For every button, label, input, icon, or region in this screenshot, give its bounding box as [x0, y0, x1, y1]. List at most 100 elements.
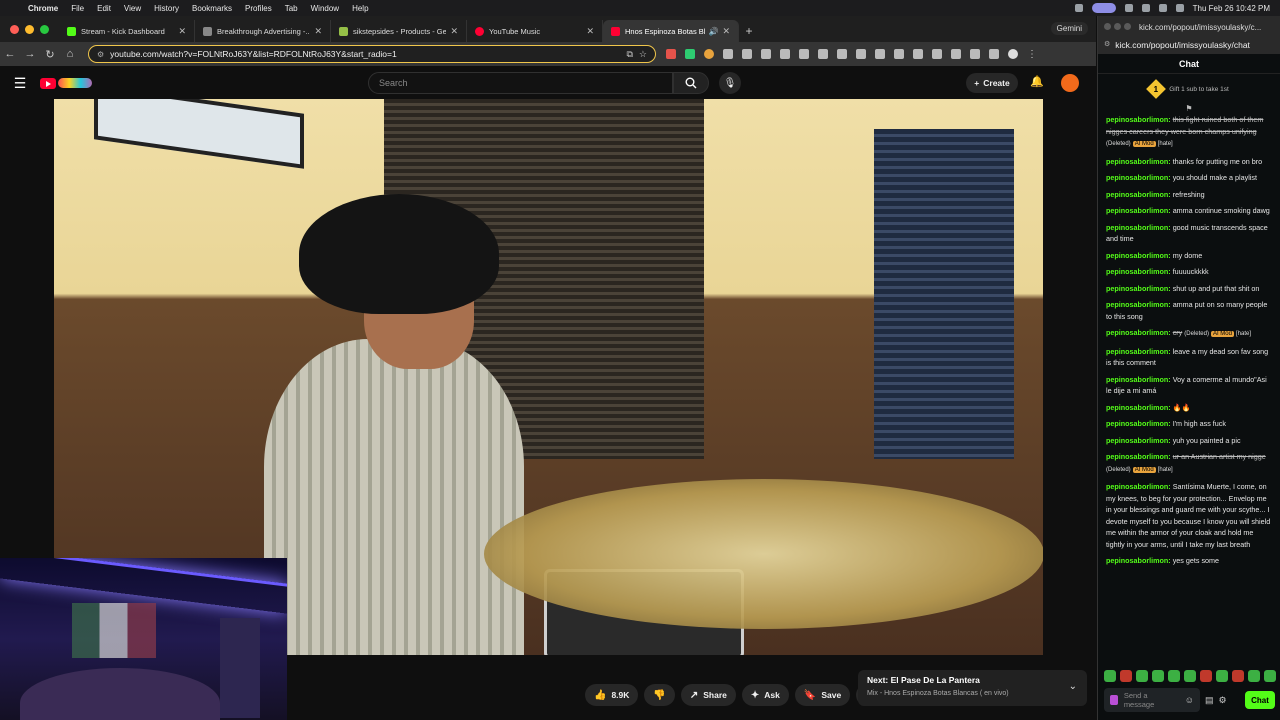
- chat-message[interactable]: pepinosaborlimon: amma continue smoking …: [1106, 205, 1272, 217]
- install-app-icon[interactable]: ⧉: [626, 49, 632, 60]
- chat-message[interactable]: pepinosaborlimon: shut up and put that s…: [1106, 283, 1272, 295]
- chat-messages[interactable]: pepinosaborlimon: this fight ruined both…: [1098, 114, 1280, 654]
- chat-message[interactable]: pepinosaborlimon: Santísima Muerte, I co…: [1106, 481, 1272, 550]
- extension-icon[interactable]: [913, 49, 923, 59]
- notifications-bell-icon[interactable]: 🔔: [1030, 75, 1044, 88]
- close-tab-icon[interactable]: ✕: [178, 26, 186, 37]
- up-next-card[interactable]: Next: El Pase De La Pantera Mix - Hnos E…: [858, 670, 1087, 706]
- menu-profiles[interactable]: Profiles: [245, 4, 272, 13]
- chat-message[interactable]: pepinosaborlimon: Voy a comerme al mundo…: [1106, 374, 1272, 397]
- chat-message[interactable]: pepinosaborlimon: yes gets some: [1106, 555, 1272, 567]
- screen-recording-icon[interactable]: [1091, 3, 1116, 13]
- chat-username[interactable]: pepinosaborlimon:: [1106, 328, 1171, 337]
- dislike-button[interactable]: 👎: [644, 684, 675, 706]
- emote-icon[interactable]: [1168, 670, 1180, 682]
- extension-icon[interactable]: [666, 49, 676, 59]
- emote-icon[interactable]: [1184, 670, 1196, 682]
- chat-message[interactable]: pepinosaborlimon: you should make a play…: [1106, 172, 1272, 184]
- chat-message[interactable]: pepinosaborlimon: leave a my dead son fa…: [1106, 346, 1272, 369]
- chat-message[interactable]: pepinosaborlimon: thanks for putting me …: [1106, 156, 1272, 168]
- extension-icon[interactable]: [704, 49, 714, 59]
- wifi-icon[interactable]: [1158, 4, 1167, 12]
- tab-shopify-products[interactable]: sikstepsides - Products - Gel... ✕: [331, 20, 467, 42]
- site-info-icon[interactable]: ⚙: [1104, 40, 1110, 52]
- close-tab-icon[interactable]: ✕: [722, 26, 730, 37]
- dropbox-icon[interactable]: [1124, 4, 1133, 12]
- menu-file[interactable]: File: [71, 4, 84, 13]
- bookmark-star-icon[interactable]: ☆: [639, 49, 647, 60]
- kicks-icon[interactable]: [1110, 695, 1118, 705]
- chat-username[interactable]: pepinosaborlimon:: [1106, 482, 1171, 491]
- chat-message[interactable]: pepinosaborlimon: good music transcends …: [1106, 222, 1272, 245]
- chat-username[interactable]: pepinosaborlimon:: [1106, 452, 1171, 461]
- chat-username[interactable]: pepinosaborlimon:: [1106, 375, 1171, 384]
- predictions-icon[interactable]: ▤: [1205, 695, 1214, 706]
- emote-icon[interactable]: [1104, 670, 1116, 682]
- emote-icon[interactable]: [1136, 670, 1148, 682]
- menu-tab[interactable]: Tab: [285, 4, 298, 13]
- tab-kick-dashboard[interactable]: Stream - Kick Dashboard ✕: [59, 20, 195, 42]
- extension-icon[interactable]: [780, 49, 790, 59]
- chat-username[interactable]: pepinosaborlimon:: [1106, 284, 1171, 293]
- chat-username[interactable]: pepinosaborlimon:: [1106, 403, 1171, 412]
- link-icon[interactable]: [856, 49, 866, 59]
- chat-address-bar[interactable]: ⚙ kick.com/popout/imissyoulasky/chat: [1098, 38, 1280, 54]
- menu-hamburger-icon[interactable]: ☰: [0, 75, 40, 92]
- menubar-clock[interactable]: Thu Feb 26 10:42 PM: [1193, 4, 1270, 13]
- emote-icon[interactable]: [1264, 670, 1276, 682]
- chat-username[interactable]: pepinosaborlimon:: [1106, 157, 1171, 166]
- chat-message[interactable]: pepinosaborlimon: this fight ruined both…: [1106, 114, 1272, 151]
- youtube-logo[interactable]: [40, 76, 96, 90]
- send-chat-button[interactable]: Chat: [1245, 691, 1275, 709]
- chat-message[interactable]: pepinosaborlimon: yuh you painted a pic: [1106, 435, 1272, 447]
- chat-message-input[interactable]: Send a message ☺: [1104, 688, 1200, 712]
- translate-icon[interactable]: [894, 49, 904, 59]
- chat-username[interactable]: pepinosaborlimon:: [1106, 436, 1171, 445]
- chat-username[interactable]: pepinosaborlimon:: [1106, 251, 1171, 260]
- chat-settings-icon[interactable]: ⚙: [1219, 695, 1227, 706]
- chat-username[interactable]: pepinosaborlimon:: [1106, 300, 1171, 309]
- minimize-window-icon[interactable]: [25, 24, 34, 34]
- gift-sub-banner[interactable]: 1 Gift 1 sub to take 1st: [1098, 74, 1280, 104]
- extension-icon[interactable]: [761, 49, 771, 59]
- chat-message[interactable]: pepinosaborlimon: 🔥🔥: [1106, 402, 1272, 414]
- chat-username[interactable]: pepinosaborlimon:: [1106, 556, 1171, 565]
- create-button[interactable]: + Create: [966, 73, 1018, 93]
- download-icon[interactable]: [799, 49, 809, 59]
- forward-icon[interactable]: →: [20, 48, 40, 60]
- chat-username[interactable]: pepinosaborlimon:: [1106, 190, 1171, 199]
- chat-message[interactable]: pepinosaborlimon: I'm high ass fuck: [1106, 418, 1272, 430]
- chat-username[interactable]: pepinosaborlimon:: [1106, 347, 1171, 356]
- emote-icon[interactable]: [1248, 670, 1260, 682]
- close-window-icon[interactable]: [10, 24, 19, 34]
- menu-help[interactable]: Help: [352, 4, 368, 13]
- extension-icon[interactable]: [742, 49, 752, 59]
- emote-icon[interactable]: [1120, 670, 1132, 682]
- extension-icon[interactable]: [685, 49, 695, 59]
- print-icon[interactable]: [932, 49, 942, 59]
- close-tab-icon[interactable]: ✕: [586, 26, 594, 37]
- menu-bookmarks[interactable]: Bookmarks: [192, 4, 232, 13]
- close-tab-icon[interactable]: ✕: [314, 26, 322, 37]
- chat-username[interactable]: pepinosaborlimon:: [1106, 115, 1171, 124]
- tab-breakthrough-advertising[interactable]: Breakthrough Advertising -... ✕: [195, 20, 331, 42]
- menu-view[interactable]: View: [124, 4, 141, 13]
- share-button[interactable]: ↗ Share: [680, 684, 736, 706]
- chat-username[interactable]: pepinosaborlimon:: [1106, 173, 1171, 182]
- site-info-icon[interactable]: ⚙: [97, 50, 104, 59]
- chat-message[interactable]: pepinosaborlimon: amma put on so many pe…: [1106, 299, 1272, 322]
- chat-url[interactable]: kick.com/popout/imissyoulasky/chat: [1115, 40, 1250, 52]
- emote-icon[interactable]: [1216, 670, 1228, 682]
- close-tab-icon[interactable]: ✕: [450, 26, 458, 37]
- like-button[interactable]: 👍 8.9K: [585, 684, 639, 706]
- new-tab-button[interactable]: +: [739, 20, 759, 42]
- emoji-picker-icon[interactable]: ☺: [1185, 695, 1194, 705]
- chat-message[interactable]: pepinosaborlimon: fuuuuckkkk: [1106, 266, 1272, 278]
- cast-icon[interactable]: [951, 49, 961, 59]
- account-avatar[interactable]: [1061, 74, 1079, 92]
- chat-message[interactable]: pepinosaborlimon: my dome: [1106, 250, 1272, 262]
- extension-icon[interactable]: [970, 49, 980, 59]
- gemini-button[interactable]: Gemini: [1050, 22, 1088, 35]
- tab-youtube-video[interactable]: Hnos Espinoza Botas Blan... 🔊 ✕: [603, 20, 739, 42]
- extension-icon[interactable]: [818, 49, 828, 59]
